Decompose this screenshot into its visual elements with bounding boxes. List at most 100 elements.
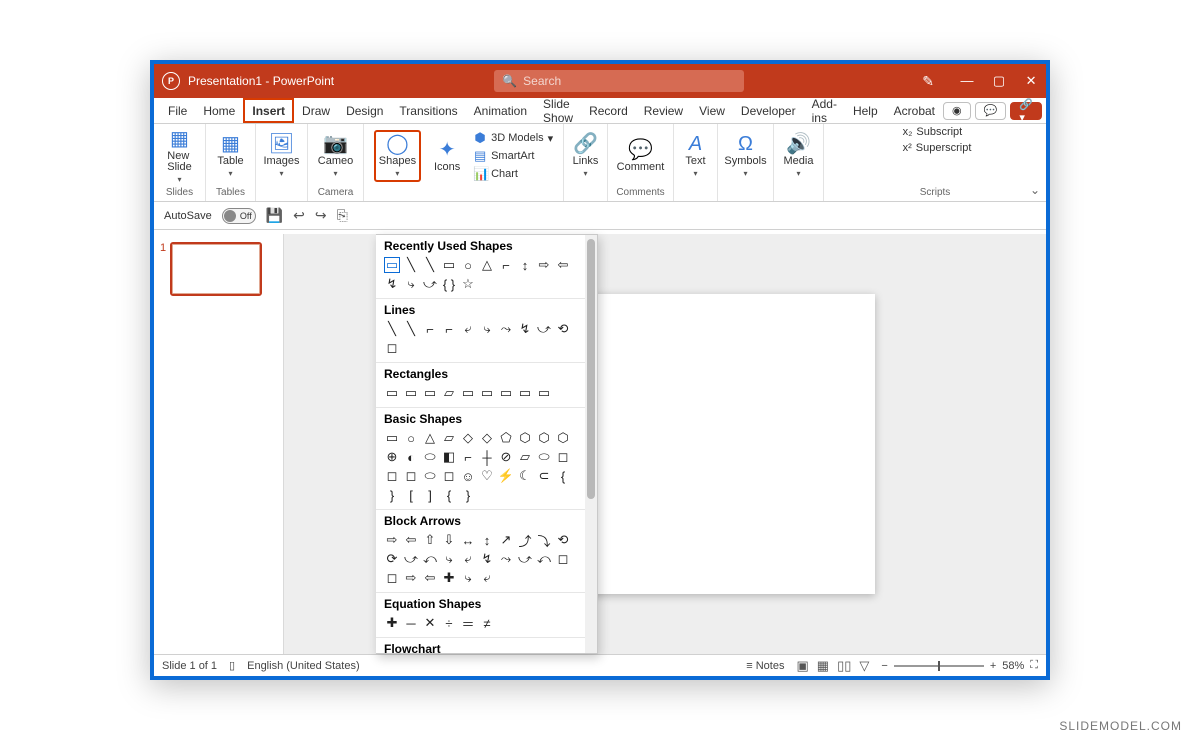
shape-option[interactable]: ⇦	[422, 570, 438, 586]
shape-option[interactable]: ⬭	[536, 449, 552, 465]
shape-option[interactable]: ✚	[441, 570, 457, 586]
icons-button[interactable]: ✦Icons	[427, 138, 467, 175]
shape-option[interactable]: ⌐	[460, 449, 476, 465]
shape-option[interactable]: ◻	[384, 570, 400, 586]
smartart-button[interactable]: ▤SmartArt	[473, 148, 553, 164]
shape-option[interactable]: ◻	[555, 551, 571, 567]
shape-option[interactable]: ◻	[384, 340, 400, 356]
shape-option[interactable]: ○	[403, 430, 419, 446]
shape-option[interactable]: ⤴	[517, 532, 533, 548]
shape-option[interactable]: ◻	[384, 468, 400, 484]
tab-file[interactable]: File	[160, 98, 195, 123]
links-button[interactable]: 🔗Links	[566, 132, 606, 180]
shape-option[interactable]: ─	[403, 615, 419, 631]
symbols-button[interactable]: ΩSymbols	[721, 132, 769, 180]
shape-option[interactable]: ⤷	[403, 276, 419, 292]
shape-option[interactable]: ◇	[479, 430, 495, 446]
tab-insert[interactable]: Insert	[243, 98, 294, 123]
shape-option[interactable]: ▭	[479, 385, 495, 401]
shape-option[interactable]: ⬡	[555, 430, 571, 446]
shape-option[interactable]: ⤺	[536, 551, 552, 567]
media-button[interactable]: 🔊Media	[779, 132, 819, 180]
shape-option[interactable]: ⬭	[422, 468, 438, 484]
shape-option[interactable]: △	[422, 430, 438, 446]
shape-option[interactable]: △	[479, 257, 495, 273]
shape-option[interactable]: ╲	[422, 257, 438, 273]
language-status[interactable]: English (United States)	[247, 660, 360, 672]
record-indicator[interactable]: ◉	[943, 102, 971, 120]
tab-animation[interactable]: Animation	[466, 98, 535, 123]
shape-option[interactable]: ⇨	[403, 570, 419, 586]
shape-option[interactable]: ⊘	[498, 449, 514, 465]
text-button[interactable]: AText	[676, 132, 716, 180]
autosave-toggle[interactable]: Off	[222, 208, 256, 224]
shapes-scrollbar[interactable]	[585, 235, 597, 653]
shape-option[interactable]: ◻	[441, 468, 457, 484]
tab-transitions[interactable]: Transitions	[391, 98, 465, 123]
pen-icon[interactable]: ✎	[922, 73, 934, 90]
subscript-button[interactable]: x₂Subscript	[903, 126, 963, 138]
shape-option[interactable]: }	[384, 487, 400, 503]
zoom-slider[interactable]	[894, 665, 984, 667]
shape-option[interactable]: ↕	[479, 532, 495, 548]
shape-option[interactable]: ⤳	[498, 321, 514, 337]
shape-option[interactable]: ▭	[517, 385, 533, 401]
shape-option[interactable]: ▱	[517, 449, 533, 465]
shape-option[interactable]: ◻	[555, 449, 571, 465]
shape-option[interactable]: ]	[422, 487, 438, 503]
shape-option[interactable]: ＝	[460, 615, 476, 631]
tab-draw[interactable]: Draw	[294, 98, 338, 123]
shape-option[interactable]: ↯	[479, 551, 495, 567]
shape-option[interactable]: ⤶	[479, 570, 495, 586]
shape-option[interactable]: ◻	[403, 468, 419, 484]
shape-option[interactable]: { }	[441, 276, 457, 292]
zoom-in-button[interactable]: +	[990, 660, 996, 672]
superscript-button[interactable]: x²Superscript	[903, 142, 972, 154]
cameo-button[interactable]: 📷Cameo	[315, 132, 356, 180]
undo-button[interactable]: ↩	[293, 207, 305, 224]
shape-option[interactable]: ⤷	[441, 551, 457, 567]
tab-review[interactable]: Review	[636, 98, 691, 123]
shape-option[interactable]: ╲	[403, 321, 419, 337]
tab-slideshow[interactable]: Slide Show	[535, 98, 581, 123]
comment-button[interactable]: 💬Comment	[614, 138, 668, 175]
tab-design[interactable]: Design	[338, 98, 391, 123]
notes-button[interactable]: ≡ Notes	[746, 660, 784, 672]
shape-option[interactable]: ▭	[384, 385, 400, 401]
shape-option[interactable]: ⬠	[498, 430, 514, 446]
shape-option[interactable]: ▭	[536, 385, 552, 401]
shape-option[interactable]: ◧	[441, 449, 457, 465]
shape-option[interactable]: ⤷	[460, 570, 476, 586]
shape-option[interactable]: ☆	[460, 276, 476, 292]
search-box[interactable]: 🔍 Search	[494, 70, 744, 92]
redo-button[interactable]: ↪	[315, 207, 327, 224]
export-button[interactable]: ⎘	[337, 207, 348, 224]
shape-option[interactable]: ⌐	[441, 321, 457, 337]
reading-view-button[interactable]: ▯▯	[837, 658, 851, 674]
shape-option[interactable]: ╲	[384, 321, 400, 337]
shape-option[interactable]: ÷	[441, 615, 457, 631]
shape-option[interactable]: ▭	[422, 385, 438, 401]
shape-option[interactable]: ↔	[460, 532, 476, 548]
shape-option[interactable]: ✕	[422, 615, 438, 631]
shape-option[interactable]: ▭	[403, 385, 419, 401]
shape-option[interactable]: ⤶	[460, 551, 476, 567]
collapse-ribbon-button[interactable]: ⌄	[1030, 183, 1040, 197]
shape-option[interactable]: ⤶	[460, 321, 476, 337]
shape-option[interactable]: ⤺	[422, 551, 438, 567]
shapes-button[interactable]: ◯Shapes	[374, 130, 421, 182]
shape-option[interactable]: ▭	[441, 257, 457, 273]
table-button[interactable]: ▦Table	[211, 132, 251, 180]
shape-option[interactable]: {	[441, 487, 457, 503]
normal-view-button[interactable]: ▣	[796, 658, 808, 674]
minimize-button[interactable]: —	[960, 73, 974, 89]
tab-developer[interactable]: Developer	[733, 98, 804, 123]
tab-record[interactable]: Record	[581, 98, 636, 123]
shape-option[interactable]: ↯	[384, 276, 400, 292]
shape-option[interactable]: ☾	[517, 468, 533, 484]
shape-option[interactable]: ⊂	[536, 468, 552, 484]
shape-option[interactable]: ⤷	[479, 321, 495, 337]
shape-option[interactable]: ⤻	[403, 551, 419, 567]
shape-option[interactable]: ▭	[498, 385, 514, 401]
images-button[interactable]: 🖼Images	[260, 132, 302, 180]
